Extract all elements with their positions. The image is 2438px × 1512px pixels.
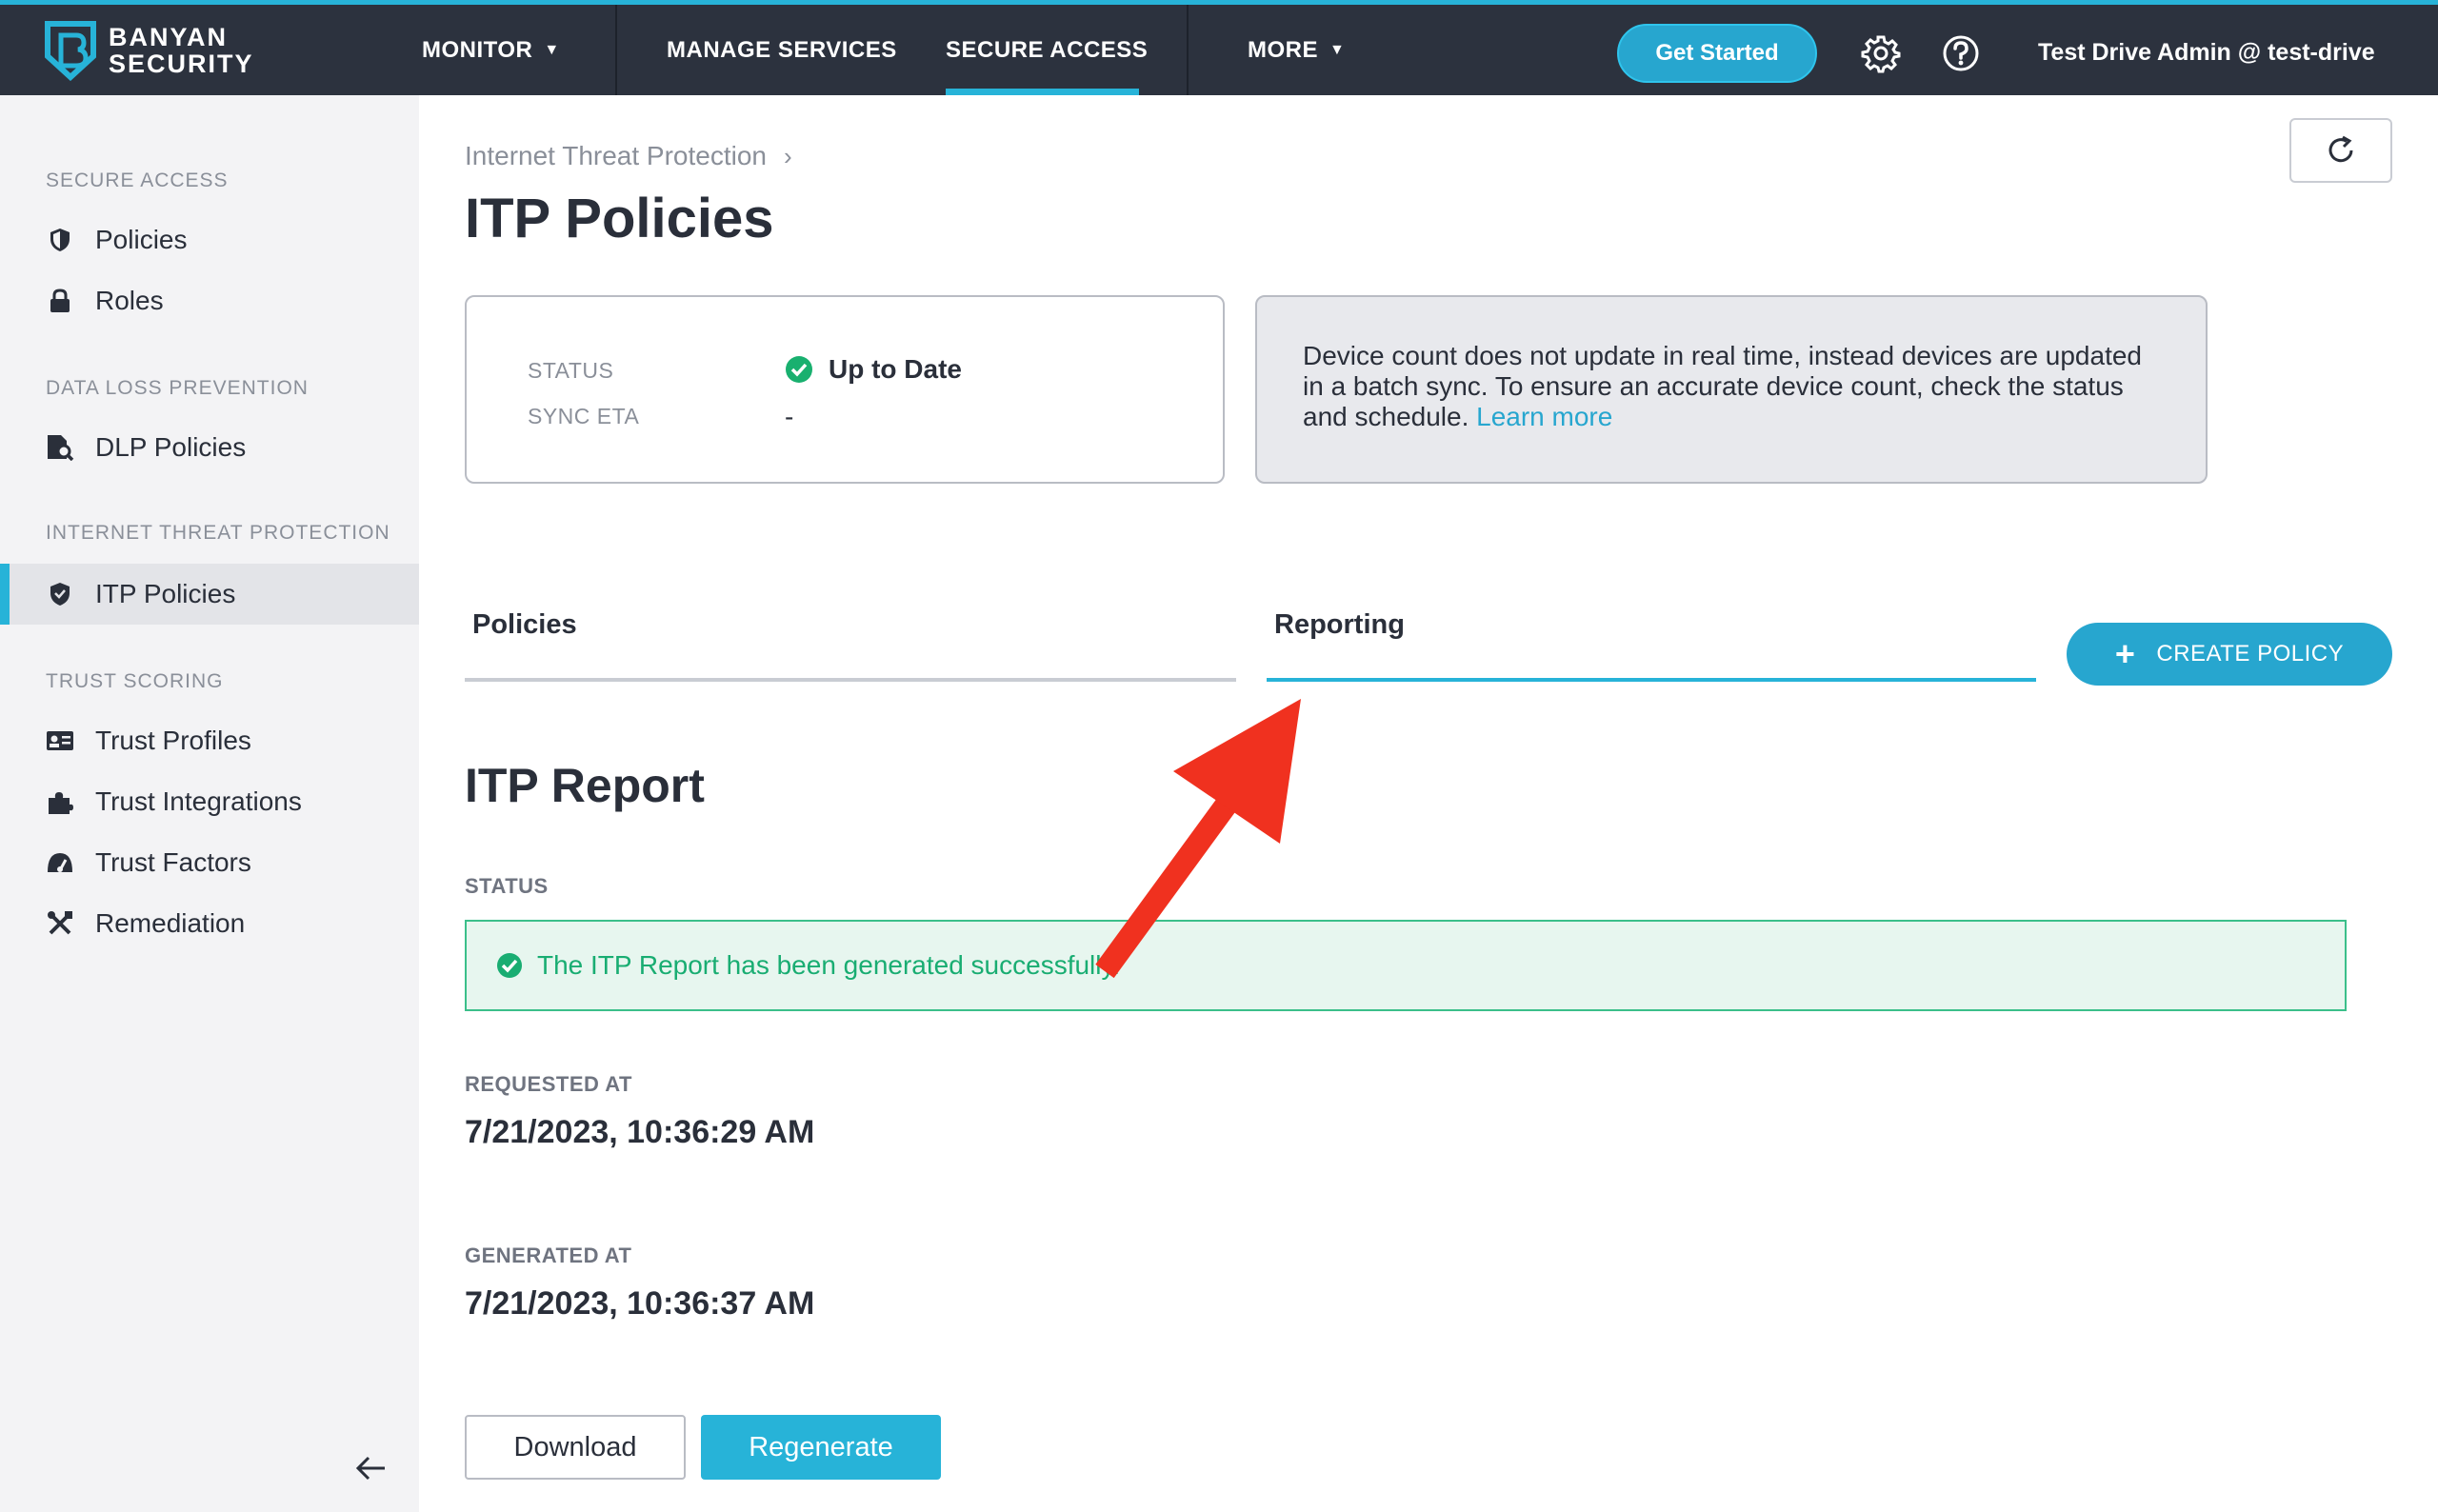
gear-icon[interactable] <box>1861 33 1901 73</box>
sidebar-item-roles[interactable]: Roles <box>0 270 419 331</box>
sidebar-item-itp-policies[interactable]: ITP Policies <box>0 564 419 625</box>
banyan-logo[interactable]: BANYAN SECURITY <box>42 20 254 81</box>
create-policy-label: CREATE POLICY <box>2156 641 2345 666</box>
brand-line1: BANYAN <box>109 23 229 51</box>
tab-reporting[interactable]: Reporting <box>1274 609 1405 641</box>
report-status-label: STATUS <box>465 874 549 898</box>
nav-secure-access-label: SECURE ACCESS <box>946 36 1149 63</box>
sidebar-item-trust-integrations[interactable]: Trust Integrations <box>0 771 419 832</box>
sidebar-item-dlp-policies[interactable]: DLP Policies <box>0 417 419 478</box>
sidebar-item-label: Trust Profiles <box>95 726 251 755</box>
sidebar-section-secure-access: SECURE ACCESS <box>46 169 229 191</box>
help-icon[interactable] <box>1941 33 1981 73</box>
document-search-icon <box>46 433 74 462</box>
nav-manage-services-label: MANAGE SERVICES <box>667 36 897 63</box>
sidebar-item-label: Roles <box>95 286 164 315</box>
tab-policies[interactable]: Policies <box>472 609 577 641</box>
banyan-logo-text: BANYAN SECURITY <box>109 24 254 77</box>
check-circle-icon <box>497 953 522 978</box>
sidebar-item-label: ITP Policies <box>95 579 236 608</box>
nav-divider <box>1187 5 1189 95</box>
check-circle-icon <box>786 356 812 383</box>
shield-icon <box>46 226 74 254</box>
sidebar-item-label: Policies <box>95 225 188 254</box>
sidebar-item-trust-profiles[interactable]: Trust Profiles <box>0 710 419 771</box>
plus-icon: + <box>2114 634 2136 673</box>
nav-secure-access[interactable]: SECURE ACCESS <box>946 5 1148 95</box>
sidebar-item-label: Trust Factors <box>95 847 251 877</box>
sidebar-section-trust-scoring: TRUST SCORING <box>46 670 224 692</box>
chevron-down-icon: ▼ <box>1329 41 1346 58</box>
breadcrumb-link[interactable]: Internet Threat Protection <box>465 141 767 171</box>
nav-monitor-label: MONITOR <box>422 36 533 63</box>
arrow-left-icon[interactable] <box>354 1451 389 1485</box>
status-value: Up to Date <box>785 354 962 385</box>
sidebar-section-dlp: DATA LOSS PREVENTION <box>46 377 309 399</box>
get-started-button[interactable]: Get Started <box>1617 24 1817 83</box>
generated-at-label: GENERATED AT <box>465 1243 632 1267</box>
report-status-message: The ITP Report has been generated succes… <box>465 920 2347 1011</box>
nav-active-indicator <box>946 89 1139 95</box>
tab-reporting-underline <box>1267 678 2036 682</box>
sync-status-card: STATUS Up to Date SYNC ETA - <box>465 295 1225 484</box>
nav-divider <box>615 5 617 95</box>
create-policy-button[interactable]: + CREATE POLICY <box>2067 623 2392 686</box>
top-navigation-bar: BANYAN SECURITY MONITOR ▼ MANAGE SERVICE… <box>0 0 2438 95</box>
annotation-arrow-icon <box>1095 699 1301 979</box>
nav-more[interactable]: MORE ▼ <box>1248 5 1345 95</box>
puzzle-icon <box>46 787 74 816</box>
refresh-button[interactable] <box>2289 118 2392 183</box>
tab-policies-underline <box>465 678 1236 682</box>
status-text: Up to Date <box>829 354 962 384</box>
banyan-logo-icon <box>45 21 96 81</box>
sidebar-item-policies[interactable]: Policies <box>0 209 419 270</box>
requested-at-value: 7/21/2023, 10:36:29 AM <box>465 1114 815 1150</box>
download-button[interactable]: Download <box>465 1415 686 1480</box>
user-menu[interactable]: Test Drive Admin @ test-drive <box>2038 5 2375 100</box>
brand-line2: SECURITY <box>109 50 254 78</box>
generated-at-value: 7/21/2023, 10:36:37 AM <box>465 1285 815 1322</box>
sync-eta-value: - <box>785 402 794 431</box>
sidebar-item-label: DLP Policies <box>95 432 247 462</box>
sidebar-section-itp: INTERNET THREAT PROTECTION <box>46 522 390 544</box>
sidebar-item-remediation[interactable]: Remediation <box>0 893 419 954</box>
sidebar-item-label: Trust Integrations <box>95 786 302 816</box>
gauge-icon <box>46 848 74 877</box>
info-text: Device count does not update in real tim… <box>1303 341 2143 431</box>
chevron-down-icon: ▼ <box>544 41 560 58</box>
requested-at-label: REQUESTED AT <box>465 1072 632 1096</box>
chevron-right-icon: › <box>784 141 792 170</box>
lock-icon <box>46 287 74 315</box>
status-label: STATUS <box>528 358 614 383</box>
page-title: ITP Policies <box>465 188 774 249</box>
shield-check-icon <box>46 580 74 608</box>
nav-more-label: MORE <box>1248 36 1318 63</box>
report-title: ITP Report <box>465 759 705 812</box>
device-count-info-card: Device count does not update in real tim… <box>1255 295 2208 484</box>
sidebar-item-label: Remediation <box>95 908 246 938</box>
refresh-icon <box>2328 135 2353 163</box>
learn-more-link[interactable]: Learn more <box>1476 402 1612 431</box>
tools-icon <box>46 909 74 938</box>
sidebar-item-trust-factors[interactable]: Trust Factors <box>0 832 419 893</box>
nav-monitor[interactable]: MONITOR ▼ <box>422 5 560 95</box>
report-status-text: The ITP Report has been generated succes… <box>537 950 1121 980</box>
sync-eta-label: SYNC ETA <box>528 404 640 428</box>
nav-manage-services[interactable]: MANAGE SERVICES <box>667 5 897 95</box>
breadcrumb: Internet Threat Protection › <box>465 141 792 171</box>
id-card-icon <box>46 726 74 755</box>
regenerate-button[interactable]: Regenerate <box>701 1415 941 1480</box>
